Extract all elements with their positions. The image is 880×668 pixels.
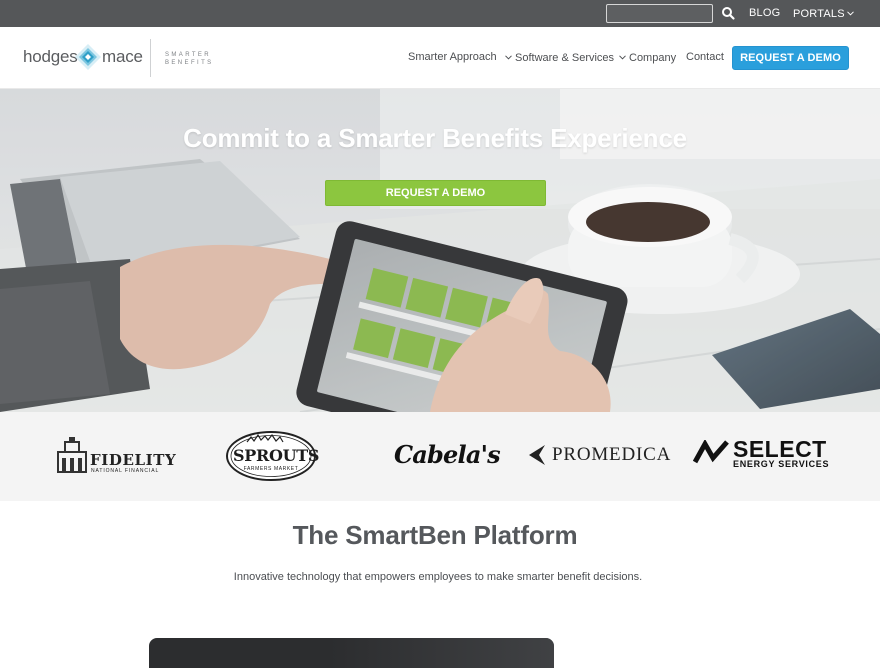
hero-banner: Commit to a Smarter Benefits Experience … — [0, 89, 880, 412]
hero-title-pre: Commit to a — [183, 123, 339, 153]
fidelity-name: FIDELITY — [90, 451, 177, 469]
logo-mark-icon — [75, 44, 101, 70]
logo-tagline-line2: BENEFITS — [165, 60, 214, 66]
logo-tagline: SMARTER BENEFITS — [165, 51, 225, 67]
chevron-down-icon — [846, 7, 854, 19]
fidelity-subtitle: NATIONAL FINANCIAL — [91, 468, 160, 474]
nav-software-services-label: Software & Services — [515, 52, 615, 64]
logo-divider — [150, 39, 151, 77]
logo-word-hodges: hodges — [23, 47, 78, 66]
nav-company[interactable]: Company — [619, 51, 676, 64]
promedica-name: ProMedica — [552, 444, 672, 465]
search-input[interactable] — [606, 4, 713, 23]
promedica-arrow-icon — [529, 445, 545, 465]
fidelity-logo: FIDELITY NATIONAL FINANCIAL — [56, 436, 176, 476]
sprouts-logo: SPROUTS FARMERS MARKET — [225, 430, 320, 482]
utility-bar: BLOG PORTALS — [0, 0, 880, 27]
sprouts-subtitle: FARMERS MARKET — [243, 466, 299, 472]
blog-link[interactable]: BLOG — [749, 7, 780, 19]
site-header: hodges mace SMARTER BENEFITS Smarter App… — [0, 27, 880, 89]
platform-title-bold: SmartBen — [345, 520, 467, 550]
nav-contact[interactable]: Contact — [686, 51, 724, 63]
platform-title-pre: The — [292, 520, 346, 550]
platform-subtitle: Innovative technology that empowers empl… — [233, 571, 643, 583]
select-energy-logo: SELECT ENERGY SERVICES — [693, 436, 833, 470]
platform-title-post: Platform — [466, 520, 578, 550]
client-logos: FIDELITY NATIONAL FINANCIAL SPROUTS FARM… — [0, 412, 880, 501]
hero-title-bold: Smarter Benefits — [338, 123, 544, 153]
logo-word-mace: mace — [102, 47, 143, 66]
nav-smarter-approach[interactable]: Smarter Approach — [408, 51, 497, 63]
device-mockup — [149, 638, 554, 668]
search-icon[interactable] — [720, 5, 736, 21]
logo-tagline-line1: SMARTER — [165, 52, 212, 58]
portals-menu[interactable]: PORTALS — [793, 7, 854, 20]
chevron-down-icon — [619, 51, 626, 63]
hero-title: Commit to a Smarter Benefits Experience — [0, 123, 870, 154]
cabelas-name: Cabela's — [394, 440, 501, 469]
nav-software-services[interactable]: Software & Services — [505, 51, 614, 64]
fidelity-building-icon — [57, 437, 87, 473]
portals-label: PORTALS — [793, 8, 845, 20]
cabelas-logo: Cabela's — [394, 440, 501, 469]
nav-company-label: Company — [629, 52, 677, 64]
platform-title: The SmartBen Platform — [0, 520, 870, 551]
hero-request-demo-button[interactable]: REQUEST A DEMO — [325, 180, 546, 206]
select-energy-mark-icon — [693, 440, 729, 464]
request-demo-button[interactable]: REQUEST A DEMO — [732, 46, 849, 70]
select-subtitle: ENERGY SERVICES — [733, 459, 830, 469]
hero-title-post: Experience — [543, 123, 687, 153]
promedica-logo: ProMedica — [527, 444, 672, 468]
sprouts-name: SPROUTS — [233, 446, 320, 465]
select-name: SELECT — [733, 436, 827, 462]
chevron-down-icon — [505, 51, 512, 63]
